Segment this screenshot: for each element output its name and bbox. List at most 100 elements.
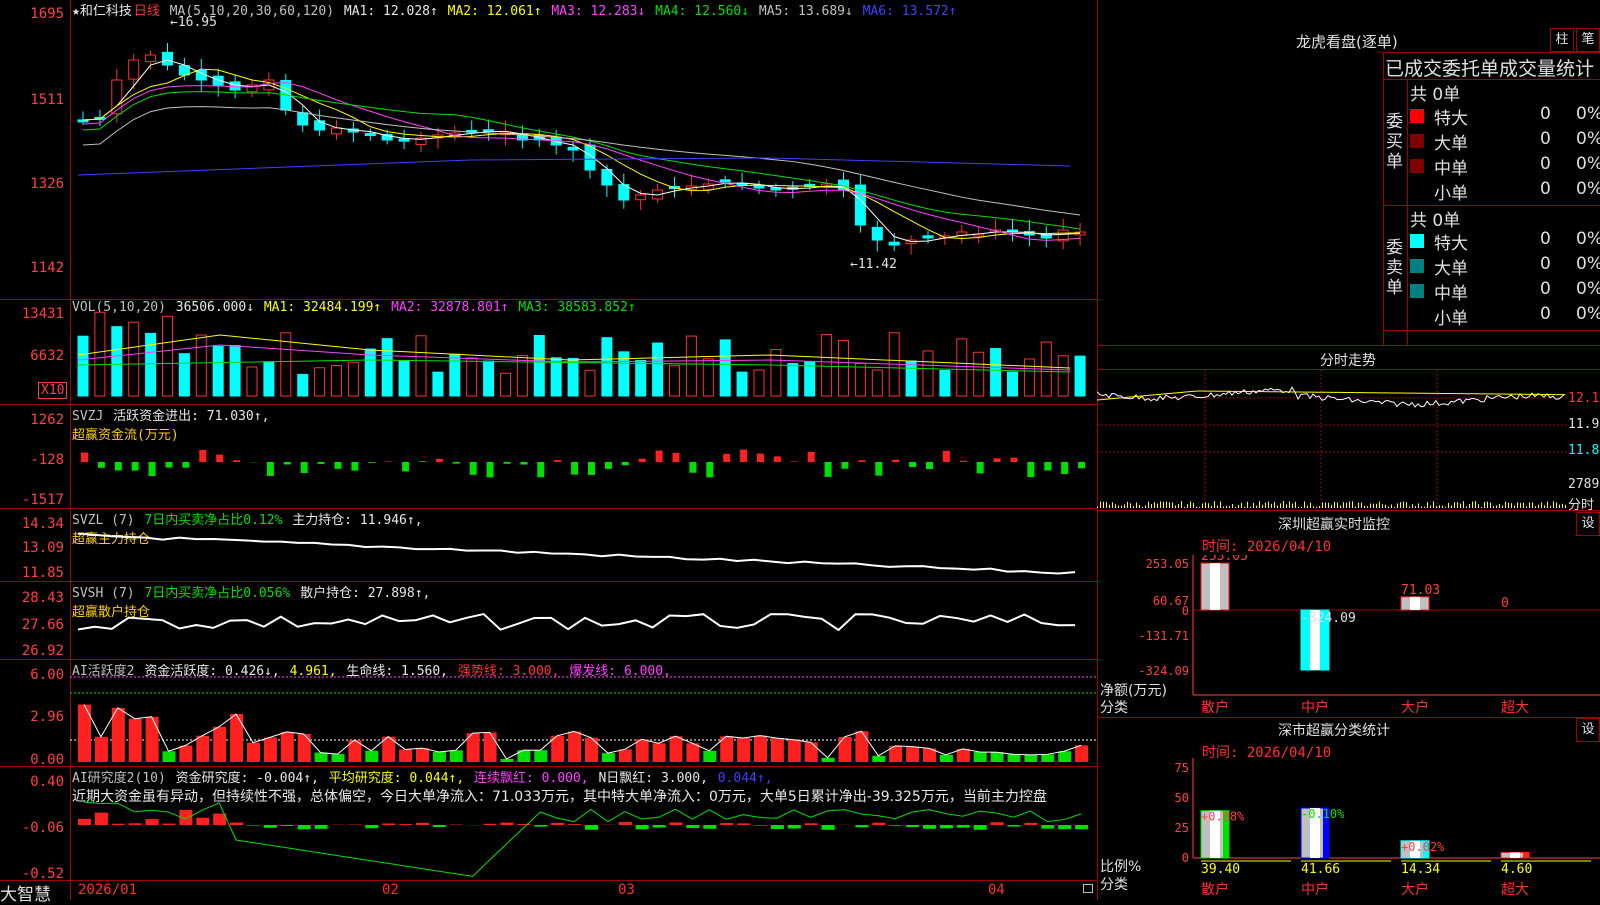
sc-xlabel: 分类	[1100, 874, 1128, 894]
sz-cat-2: 大户	[1401, 699, 1429, 715]
ai-bar	[839, 737, 852, 762]
buy-swatch-0	[1410, 109, 1424, 123]
fs-vol-bar	[1451, 505, 1452, 508]
sell-swatch-2	[1410, 284, 1424, 298]
intraday-chart[interactable]	[1097, 370, 1567, 510]
buy-row-3: 小单00%	[1410, 179, 1600, 203]
fs-vol-bar	[1298, 507, 1299, 508]
ai-bar	[450, 750, 463, 762]
fs-vol-bar	[1232, 504, 1233, 508]
volume-bar	[1008, 372, 1018, 396]
air-bar	[568, 824, 581, 825]
main-chart-canvas[interactable]: ←16.95←11.42	[70, 0, 1097, 900]
svzj-bar	[166, 462, 173, 468]
sell-count-2: 0	[1540, 279, 1551, 299]
sz-axis-2: 0	[1182, 604, 1189, 618]
high-label: ←16.95	[170, 15, 217, 30]
sell-pct-0: 0%	[1576, 229, 1600, 249]
svzj-bar	[1044, 462, 1051, 471]
fs-vol-bar	[1496, 506, 1497, 508]
fs-vol-bar	[1118, 506, 1119, 508]
volume-bar	[585, 370, 595, 396]
volume-bar	[754, 370, 764, 396]
fs-title: 分时走势	[1320, 350, 1376, 370]
candle	[636, 195, 646, 200]
volume-bar	[213, 346, 223, 396]
fs-vol-bar	[1562, 504, 1563, 508]
bar-mode-button[interactable]: 柱	[1550, 28, 1574, 52]
air-bar	[1058, 825, 1071, 829]
fs-vol-bar	[1097, 506, 1098, 508]
fs-vol-bar	[1139, 505, 1140, 508]
sz-monitor-chart[interactable]: 253.0560.670-131.71-324.09253.05散户-324.0…	[1097, 555, 1600, 715]
candle	[889, 242, 899, 245]
sc-axis-3: 0	[1182, 851, 1189, 865]
sz-settings-button[interactable]: 设	[1576, 512, 1600, 536]
volume-bar	[839, 340, 849, 396]
buy-pct-3: 0%	[1576, 179, 1600, 199]
sz-axis-3: -131.71	[1138, 629, 1189, 643]
sc-axis-2: 25	[1175, 821, 1189, 835]
fs-vol-bar	[1502, 505, 1503, 508]
sz-cat-1: 中户	[1301, 699, 1329, 715]
sz-xlabel: 分类	[1100, 697, 1128, 717]
volume-bar	[416, 336, 426, 396]
fs-vol-bar	[1385, 505, 1386, 508]
ai-axis-2: 0.00	[0, 752, 64, 768]
sell-label-3: 小单	[1434, 304, 1468, 329]
buy-swatch-3	[1410, 184, 1424, 198]
ai-bar	[416, 748, 429, 762]
svzj-bar	[351, 462, 358, 471]
fs-vol-bar	[1301, 507, 1302, 508]
svzj-bar	[605, 462, 612, 469]
fs-vol-bar	[1289, 501, 1290, 508]
svzj-bar	[689, 462, 696, 473]
air-bar	[805, 823, 818, 825]
sc-cat-2: 大户	[1401, 881, 1429, 898]
volume-bar	[365, 349, 375, 396]
sc-value-0: 39.40	[1201, 862, 1240, 877]
air-bar	[399, 824, 412, 825]
ai-bar	[213, 727, 226, 762]
volume-bar	[315, 368, 325, 396]
fs-vol-bar	[1325, 502, 1326, 508]
ai-bar	[281, 732, 294, 762]
fs-vol-bar	[1169, 502, 1170, 508]
date-label-2: 03	[618, 882, 635, 898]
volume-bar	[399, 361, 409, 396]
sc-bar-edge-3	[1523, 852, 1529, 858]
svzl-axis-0: 14.34	[0, 516, 64, 532]
fs-price-line	[1097, 387, 1565, 407]
svzj-bar	[1027, 462, 1034, 477]
volume-bar	[112, 327, 122, 396]
ai-bar	[771, 738, 784, 762]
fs-vol-bar	[1382, 504, 1383, 508]
lock-icon[interactable]	[1083, 884, 1093, 893]
air-bar	[433, 825, 446, 827]
ai-bar	[585, 738, 598, 762]
volume-bar	[940, 370, 950, 396]
fs-vol-bar	[1223, 507, 1224, 508]
fs-vol-bar	[1427, 502, 1428, 508]
fs-vol-bar	[1559, 505, 1560, 508]
fs-vol-bar	[1103, 502, 1104, 508]
sc-settings-button[interactable]: 设	[1576, 718, 1600, 742]
buy-count-3: 0	[1540, 179, 1551, 199]
sc-stat-chart[interactable]: 7550250+0.08%39.40散户-0.10%41.66中户+0.02%1…	[1097, 758, 1600, 900]
air-bar	[416, 823, 429, 825]
fs-vol-bar	[1184, 507, 1185, 508]
volume-bar	[332, 366, 342, 396]
svzj-bar	[520, 462, 527, 465]
tick-mode-button[interactable]: 笔	[1576, 28, 1600, 52]
candle	[332, 128, 342, 134]
volume-bar	[737, 372, 747, 396]
fs-vol-bar	[1535, 506, 1536, 508]
fs-vol-bar	[1130, 503, 1131, 508]
fs-vol-bar	[1136, 502, 1137, 508]
fs-vol-bar	[1331, 505, 1332, 508]
svzj-bar	[487, 462, 494, 477]
air-bar	[501, 823, 514, 825]
fs-vol-bar	[1388, 506, 1389, 508]
volume-bar	[247, 367, 257, 396]
sc-value-3: 4.60	[1501, 862, 1532, 877]
